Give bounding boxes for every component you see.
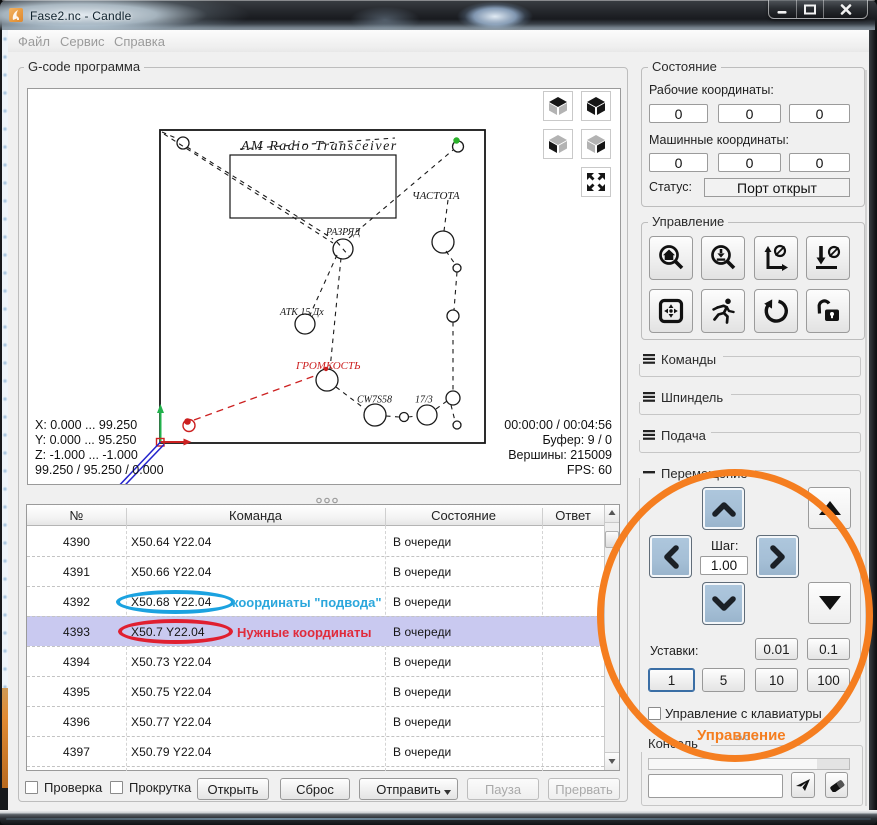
svg-text:X: 0.000 ... 99.250: X: 0.000 ... 99.250 (35, 418, 137, 432)
svg-text:ЧАСТОТА: ЧАСТОТА (412, 190, 460, 202)
svg-text:РАЗРЯД: РАЗРЯД (325, 227, 361, 238)
svg-text:AM Radio Transceiver: AM Radio Transceiver (240, 139, 398, 154)
svg-text:Y: 0.000 ... 95.250: Y: 0.000 ... 95.250 (35, 433, 137, 447)
svg-text:ГРОМКОСТЬ: ГРОМКОСТЬ (295, 360, 361, 372)
svg-text:17/3: 17/3 (415, 395, 433, 406)
svg-text:Буфер: 9 / 0: Буфер: 9 / 0 (543, 433, 613, 447)
svg-text:Вершины: 215009: Вершины: 215009 (508, 448, 612, 462)
svg-text:00:00:00 / 00:04:56: 00:00:00 / 00:04:56 (504, 418, 612, 432)
svg-text:FPS: 60: FPS: 60 (567, 463, 612, 477)
svg-text:АТК 15 Дх: АТК 15 Дх (279, 307, 324, 318)
svg-text:Z: -1.000 ... -1.000: Z: -1.000 ... -1.000 (35, 448, 138, 462)
svg-text:99.250 / 95.250 / 0.000: 99.250 / 95.250 / 0.000 (35, 463, 164, 477)
svg-text:CW7S58: CW7S58 (357, 395, 392, 406)
